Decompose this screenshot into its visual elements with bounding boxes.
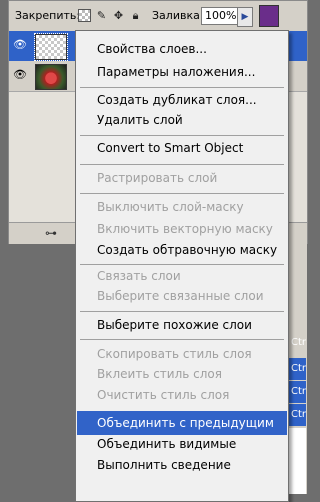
shortcut-label: Ctr: [291, 386, 307, 397]
layer-thumbnail-transparent: [34, 33, 68, 61]
fill-input[interactable]: 100%: [201, 7, 238, 25]
layer-context-menu: Свойства слоев... Параметры наложения...…: [75, 30, 289, 502]
fill-dropdown-arrow-icon[interactable]: ▶: [237, 7, 253, 27]
lock-label: Закрепить:: [15, 9, 81, 22]
shortcut-label: Ctr: [291, 409, 307, 420]
menu-item-blending-options[interactable]: Параметры наложения...: [77, 60, 287, 84]
menu-item-delete-layer[interactable]: Удалить слой: [77, 108, 287, 132]
menu-separator: [80, 193, 284, 194]
menu-item-create-clipping-mask[interactable]: Создать обтравочную маску: [77, 238, 287, 262]
shortcut-label: Ctr: [291, 337, 307, 348]
move-icon[interactable]: ✥: [112, 9, 125, 22]
menu-item-flatten-image[interactable]: Выполнить сведение: [77, 453, 287, 477]
menu-item-convert-smart-object[interactable]: Convert to Smart Object: [77, 136, 287, 160]
menu-separator: [80, 164, 284, 165]
lock-transparent-icon[interactable]: [78, 9, 91, 22]
fill-label: Заливка:: [152, 9, 204, 22]
menu-separator: [80, 339, 284, 340]
lock-toolbar: Закрепить: ✎ ✥ 🔒︎ Заливка: 100% ▶: [9, 1, 307, 31]
menu-item-disable-layer-mask: Выключить слой-маску: [97, 200, 244, 214]
color-swatch[interactable]: [259, 5, 279, 27]
lock-all-icon[interactable]: 🔒︎: [129, 9, 142, 22]
brush-icon[interactable]: ✎: [95, 9, 108, 22]
link-icon[interactable]: ⊶: [45, 227, 65, 239]
layer-thumbnail-photo: [35, 64, 67, 90]
shortcut-label: Ctr: [291, 363, 307, 374]
eye-icon[interactable]: 👁︎: [13, 39, 27, 51]
menu-item-layer-properties[interactable]: Свойства слоев...: [77, 37, 287, 61]
menu-item-clear-layer-style: Очистить стиль слоя: [97, 388, 230, 402]
menu-separator: [80, 311, 284, 312]
menu-item-select-similar-layers[interactable]: Выберите похожие слои: [77, 313, 287, 337]
menu-item-select-linked-layers: Выберите связанные слои: [97, 289, 264, 303]
eye-icon[interactable]: 👁︎: [13, 69, 27, 81]
menu-item-rasterize-layer: Растрировать слой: [97, 171, 218, 185]
